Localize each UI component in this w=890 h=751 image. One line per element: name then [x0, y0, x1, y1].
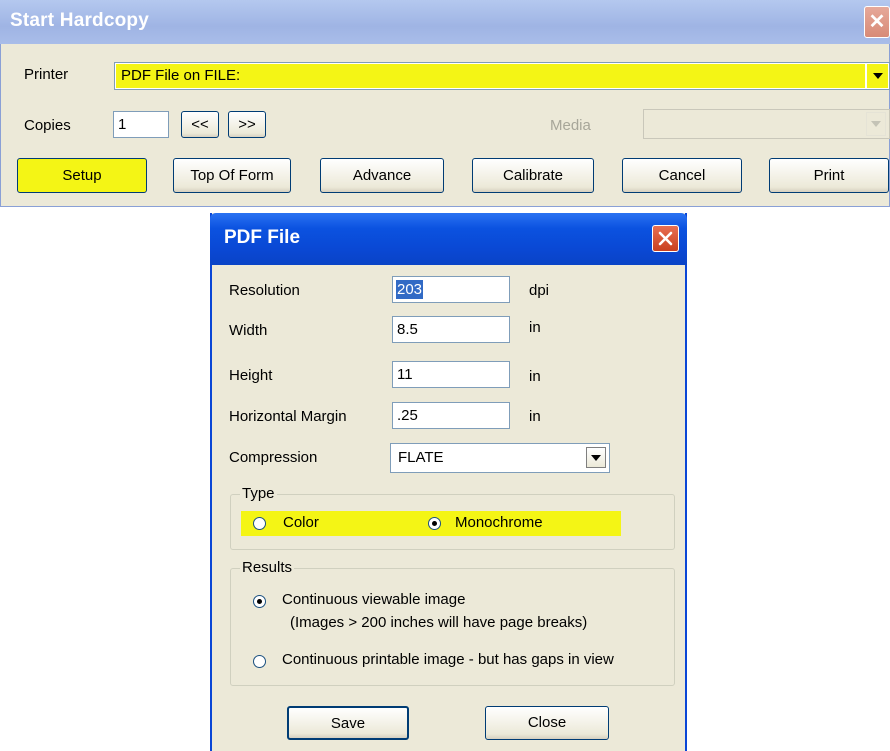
- monochrome-radio-label[interactable]: Monochrome: [455, 514, 543, 531]
- compression-label: Compression: [229, 449, 318, 466]
- width-input[interactable]: 8.5: [392, 316, 510, 343]
- continuous-viewable-note: (Images > 200 inches will have page brea…: [290, 614, 588, 631]
- media-chevron-down-icon: [866, 112, 886, 136]
- printer-label: Printer: [24, 66, 69, 83]
- monochrome-radio[interactable]: [428, 517, 441, 530]
- continuous-viewable-label[interactable]: Continuous viewable image: [282, 591, 465, 608]
- calibrate-button[interactable]: Calibrate: [472, 158, 594, 193]
- results-group-label: Results: [240, 559, 295, 576]
- save-button[interactable]: Save: [287, 706, 409, 740]
- height-input[interactable]: 11: [392, 361, 510, 388]
- copies-decrement-button[interactable]: <<: [181, 111, 219, 138]
- setup-button[interactable]: Setup: [17, 158, 147, 193]
- chevron-down-icon[interactable]: [586, 447, 606, 468]
- chevron-down-icon[interactable]: [867, 64, 888, 88]
- color-radio[interactable]: [253, 517, 266, 530]
- horizontal-margin-label: Horizontal Margin: [229, 408, 347, 425]
- height-unit: in: [529, 368, 541, 385]
- resolution-label: Resolution: [229, 282, 300, 299]
- compression-dropdown[interactable]: FLATE: [390, 443, 610, 473]
- window-title: Start Hardcopy: [10, 10, 150, 31]
- copies-label: Copies: [24, 117, 71, 134]
- type-group-label: Type: [240, 485, 277, 502]
- copies-increment-button[interactable]: >>: [228, 111, 266, 138]
- cancel-button[interactable]: Cancel: [622, 158, 742, 193]
- top-of-form-button[interactable]: Top Of Form: [173, 158, 291, 193]
- media-label: Media: [550, 117, 591, 134]
- continuous-viewable-radio[interactable]: [253, 595, 266, 608]
- width-unit: in: [529, 319, 541, 336]
- height-label: Height: [229, 367, 273, 384]
- color-radio-label[interactable]: Color: [283, 514, 319, 531]
- horizontal-margin-input[interactable]: .25: [392, 402, 510, 429]
- resolution-selected-text: 203: [396, 280, 424, 299]
- advance-button[interactable]: Advance: [320, 158, 444, 193]
- copies-input[interactable]: 1: [113, 111, 169, 138]
- horizontal-margin-unit: in: [529, 408, 541, 425]
- close-button[interactable]: Close: [485, 706, 609, 740]
- dialog-title: PDF File: [224, 227, 301, 248]
- continuous-printable-label[interactable]: Continuous printable image - but has gap…: [282, 651, 614, 668]
- printer-selected-value: PDF File on FILE:: [116, 64, 865, 88]
- media-dropdown[interactable]: [643, 109, 890, 139]
- close-icon[interactable]: [652, 225, 679, 252]
- close-icon[interactable]: ✕: [864, 6, 890, 38]
- resolution-input[interactable]: 203: [392, 276, 510, 303]
- resolution-unit: dpi: [529, 282, 550, 299]
- continuous-printable-radio[interactable]: [253, 655, 266, 668]
- width-label: Width: [229, 322, 268, 339]
- print-button[interactable]: Print: [769, 158, 889, 193]
